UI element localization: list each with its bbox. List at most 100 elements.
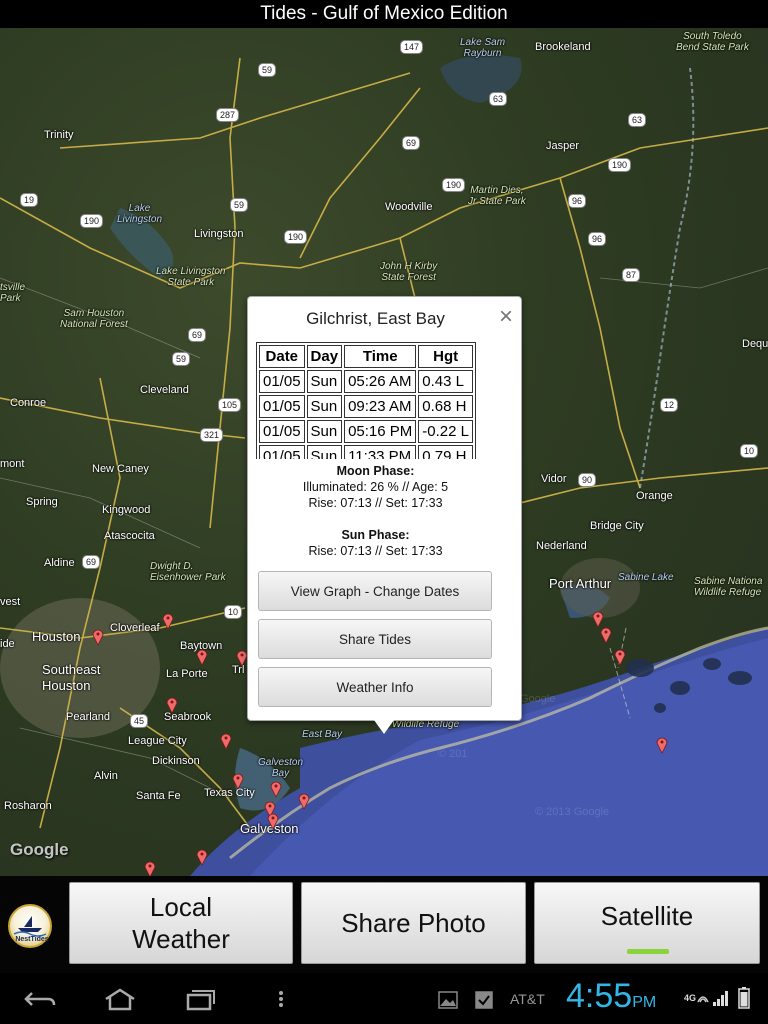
tide-station-pin[interactable] [166,696,178,714]
map-label: Atascocita [104,530,155,542]
map-label: Livingston [194,228,244,240]
highway-shield: 63 [628,113,647,127]
map-label: Dwight D. Eisenhower Park [150,561,226,583]
tide-station-pin[interactable] [196,648,208,666]
highway-shield: 59 [258,63,277,77]
highway-shield: 69 [402,136,421,150]
map-label: League City [128,735,187,747]
share-tides-button[interactable]: Share Tides [258,619,492,659]
station-name: Gilchrist, East Bay [306,309,445,328]
local-weather-button[interactable]: Local Weather [69,882,293,964]
moon-illumination: Illuminated: 26 % // Age: 5 [302,480,449,494]
tide-station-pin[interactable] [298,792,310,810]
highway-shield: 90 [578,473,597,487]
cell-day: Sun [306,420,343,443]
highway-shield: 19 [20,193,39,207]
weather-info-button[interactable]: Weather Info [258,667,492,707]
data-arrows-icon [697,996,709,1003]
cell-height: -0.22 L [418,420,473,443]
moon-phase-heading: Moon Phase: [336,464,415,478]
col-day: Day [306,345,343,368]
boat-icon [13,916,47,937]
highway-shield: 69 [82,555,101,569]
tide-station-pin[interactable] [144,860,156,876]
cell-day: Sun [306,445,343,459]
tide-station-pin[interactable] [220,732,232,750]
tide-station-pin[interactable] [600,626,612,644]
col-date: Date [259,345,305,368]
cell-height: 0.43 L [418,370,473,393]
share-photo-button[interactable]: Share Photo [301,882,526,964]
map-label: South Toledo Bend State Park [676,31,749,53]
cell-time: 05:26 AM [344,370,417,393]
tide-station-pin[interactable] [232,772,244,790]
map-label: Brookeland [535,41,591,53]
map-label: Texas City [204,787,255,799]
highway-shield: 12 [660,398,679,412]
map-label: Galveston Bay [258,757,304,779]
cell-height: 0.68 H [418,395,473,418]
map-label: Houston [32,629,81,644]
col-height: Hgt [418,345,473,368]
map-label: Cloverleaf [110,622,160,634]
map-label: Nederland [536,540,587,552]
tide-table-scroll[interactable]: Date Day Time Hgt 01/05 Sun 05:26 AM 0.4… [256,342,496,459]
map-label: Dickinson [152,755,200,767]
carrier-label: AT&T [510,991,545,1007]
cell-date: 01/05 [259,445,305,459]
cell-date: 01/05 [259,420,305,443]
cell-time: 05:16 PM [344,420,417,443]
map-label: Lake Sam Rayburn [460,37,506,59]
highway-shield: 69 [188,328,207,342]
highway-shield: 10 [224,605,243,619]
popup-pointer [374,720,394,734]
map-copyright: © 201 [438,748,468,760]
satellite-button[interactable]: Satellite [534,882,760,964]
tide-station-pin[interactable] [656,736,668,754]
highway-shield: 96 [588,232,607,246]
google-logo: Google [10,840,69,859]
map-label: New Caney [92,463,149,475]
network-type: 4G [684,993,697,1003]
back-icon[interactable] [22,987,58,1011]
moon-rise-set: Rise: 07:13 // Set: 17:33 [308,496,443,510]
logo-text: NestTides [15,936,49,943]
tide-table: Date Day Time Hgt 01/05 Sun 05:26 AM 0.4… [256,342,476,459]
app-logo-icon[interactable]: NestTides [8,904,52,948]
satellite-label: Satellite [600,901,694,931]
map-label: Alvin [94,770,118,782]
highway-shield: 45 [130,714,149,728]
map-label: Jasper [546,140,580,152]
table-row: 01/05 Sun 11:33 PM 0.79 H [259,445,473,459]
highway-shield: 105 [218,398,242,412]
bottom-toolbar: NestTides Local Weather Share Photo Sate… [0,876,768,973]
view-graph-button[interactable]: View Graph - Change Dates [258,571,492,611]
tide-station-pin[interactable] [162,612,174,630]
tide-station-pin[interactable] [267,812,279,830]
sun-phase-heading: Sun Phase: [341,528,410,542]
highway-shield: 287 [216,108,240,122]
map-label: Kingwood [102,504,151,516]
tide-station-pin[interactable] [196,848,208,866]
sun-rise-set: Rise: 07:13 // Set: 17:33 [308,544,443,558]
highway-shield: 190 [80,214,104,228]
system-navbar: AT&T 4:55PM 4G [0,973,768,1024]
tide-station-pin[interactable] [92,628,104,646]
map-label: Vidor [541,473,567,485]
map-label: Lake Livingston [117,203,163,225]
home-icon[interactable] [102,987,138,1011]
map-label: vest [0,596,21,608]
tide-station-pin[interactable] [614,648,626,666]
map-label: Port Arthur [549,576,612,591]
active-indicator [627,949,669,954]
tide-station-popup: Gilchrist, East Bay × Date Day Time Hgt … [247,296,522,721]
highway-shield: 147 [400,40,424,54]
map-label: Trinity [44,129,74,141]
table-row: 01/05 Sun 09:23 AM 0.68 H [259,395,473,418]
close-icon[interactable]: × [499,303,513,331]
menu-icon[interactable] [276,987,286,1011]
tide-station-pin[interactable] [270,780,282,798]
clipboard-check-icon [475,991,493,1009]
map-label: Aldine [44,557,75,569]
recent-apps-icon[interactable] [182,987,218,1011]
